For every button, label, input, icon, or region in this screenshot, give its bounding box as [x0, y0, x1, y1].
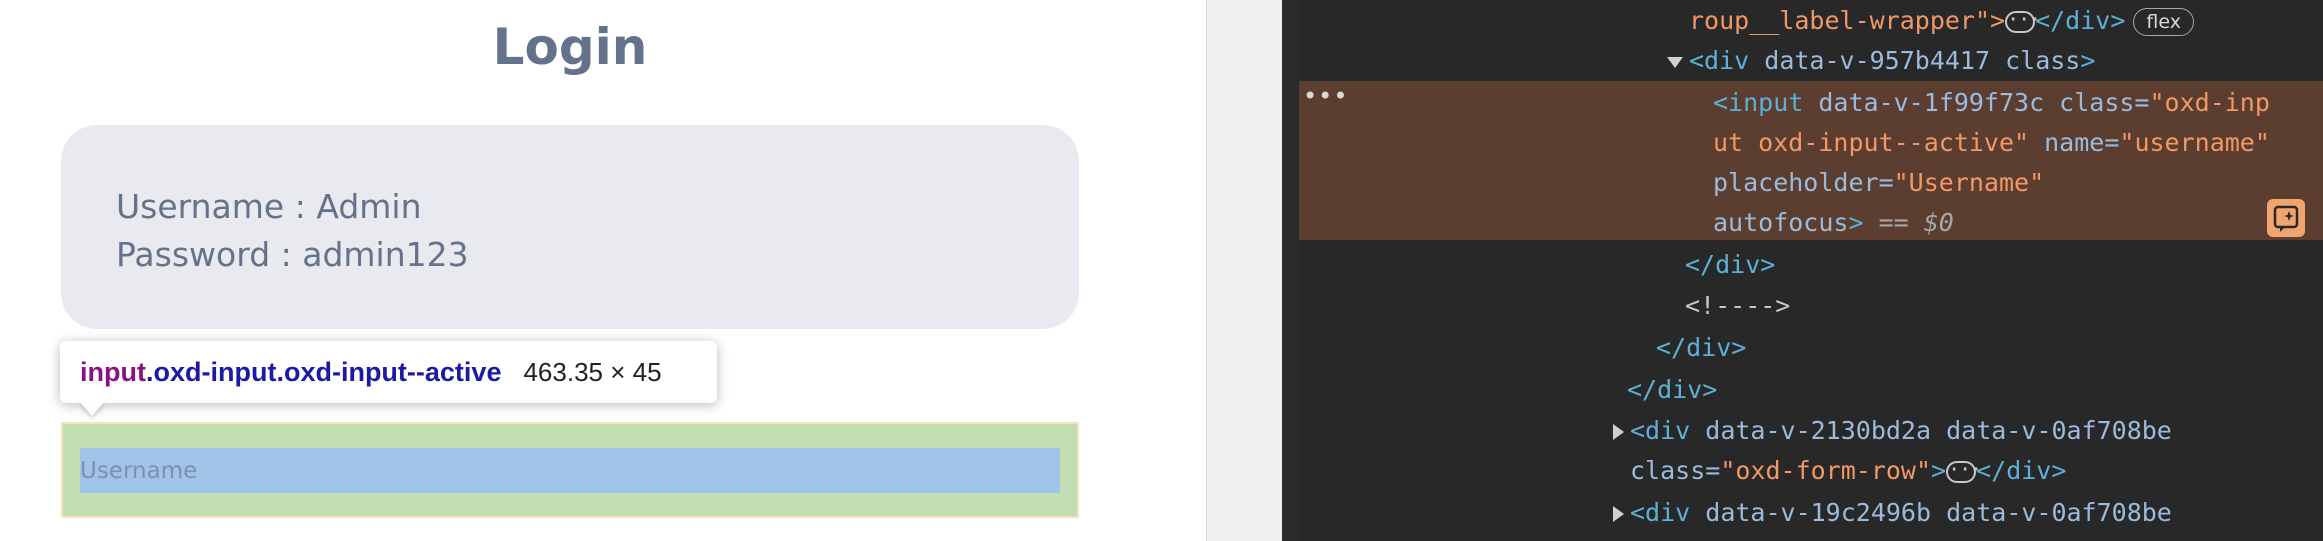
dom-line-comment[interactable]: <!----> [1685, 285, 1790, 327]
caret-right-icon[interactable] [1613, 506, 1624, 522]
closing-tag: </div> [2035, 6, 2126, 35]
devtools-resize-handle[interactable] [1282, 0, 1299, 541]
attr-name: name= [2029, 128, 2120, 157]
closing-tag: </div> [1656, 333, 1747, 362]
password-hint: Password : admin123 [116, 235, 469, 274]
dom-line-form-row[interactable]: <div data-v-2130bd2a data-v-0af708be [1613, 410, 2172, 452]
ai-assistant-icon[interactable] [2267, 199, 2305, 237]
attr-value: "Username" [1893, 168, 2045, 197]
node-actions-icon[interactable]: ••• [1303, 82, 1348, 110]
tooltip-tag: input [80, 356, 146, 387]
tag-close: > [1931, 456, 1947, 485]
tooltip-classes: .oxd-input.oxd-input--active [145, 356, 502, 387]
closing-tag: </div> [1627, 375, 1718, 404]
caret-down-icon[interactable] [1667, 56, 1683, 68]
ellipsis-icon[interactable]: ··· [2005, 9, 2041, 33]
flex-badge[interactable]: flex [2133, 8, 2194, 36]
comment-node: <!----> [1685, 291, 1791, 320]
page-viewport: Login Username : Admin Password : admin1… [0, 0, 1206, 541]
console-ref: == $0 [1863, 208, 1954, 237]
attr-names: data-v-957b4417 class [1764, 46, 2081, 75]
tooltip-dimensions: 463.35 × 45 [523, 356, 662, 387]
devtools-elements-panel: ••• roup__label-wrapper"> ···</div> flex <… [1299, 0, 2323, 541]
attr-value: ut oxd-input--active" [1713, 128, 2030, 157]
selected-input-line-3[interactable]: placeholder="Username" [1713, 162, 2044, 204]
selected-input-line-4[interactable]: autofocus> == $0 [1713, 202, 1954, 244]
attr-value: "oxd-form-row" [1720, 456, 1932, 485]
page-title: Login [492, 18, 648, 76]
selected-input-line-2[interactable]: ut oxd-input--active" name="username" [1713, 122, 2270, 164]
closing-tag: </div> [1685, 250, 1776, 279]
closing-tag: </div> [1976, 456, 2067, 485]
screen: Login Username : Admin Password : admin1… [0, 0, 2323, 541]
tag-close: > [2080, 46, 2096, 75]
dom-line-label-wrapper[interactable]: roup__label-wrapper"> ···</div> flex [1689, 0, 2194, 42]
username-input[interactable] [80, 448, 1060, 493]
dom-line-close-div[interactable]: </div> [1627, 369, 1717, 411]
credentials-hint-box: Username : Admin Password : admin123 [61, 125, 1079, 329]
attr-value: "oxd-inp [2149, 88, 2270, 117]
open-tag: <div [1689, 46, 1765, 75]
attr-value-fragment: roup__label-wrapper"> [1689, 6, 2006, 35]
tooltip-arrow [80, 402, 104, 416]
open-tag: <div [1630, 498, 1706, 527]
attr-name: placeholder= [1713, 168, 1894, 197]
selected-input-line-1[interactable]: <input data-v-1f99f73c class="oxd-inp [1713, 82, 2270, 124]
attr-value: "username" [2119, 128, 2270, 157]
tag-close: > [1848, 208, 1864, 237]
open-tag: <input [1713, 88, 1819, 117]
caret-right-icon[interactable] [1613, 424, 1624, 440]
attr-names: data-v-1f99f73c class= [1818, 88, 2150, 117]
attr-names: data-v-19c2496b data-v-0af708be [1705, 498, 2172, 527]
pane-divider[interactable] [1206, 0, 1282, 541]
dom-line-close-div[interactable]: </div> [1656, 327, 1746, 369]
username-hint: Username : Admin [116, 187, 422, 226]
attr-name: autofocus [1713, 208, 1849, 237]
dom-line-close-div[interactable]: </div> [1685, 244, 1775, 286]
inspector-tooltip: input .oxd-input.oxd-input--active 463.35 … [60, 341, 717, 403]
dom-line-form-row-class[interactable]: class="oxd-form-row"> ···</div> [1630, 450, 2066, 492]
open-tag: <div [1630, 416, 1706, 445]
attr-name: class= [1630, 456, 1721, 485]
ellipsis-icon[interactable]: ··· [1946, 459, 1982, 483]
dom-line-next-div[interactable]: <div data-v-19c2496b data-v-0af708be [1613, 492, 2172, 534]
attr-names: data-v-2130bd2a data-v-0af708be [1705, 416, 2172, 445]
dom-line-div-expanded[interactable]: <div data-v-957b4417 class> [1667, 40, 2095, 82]
